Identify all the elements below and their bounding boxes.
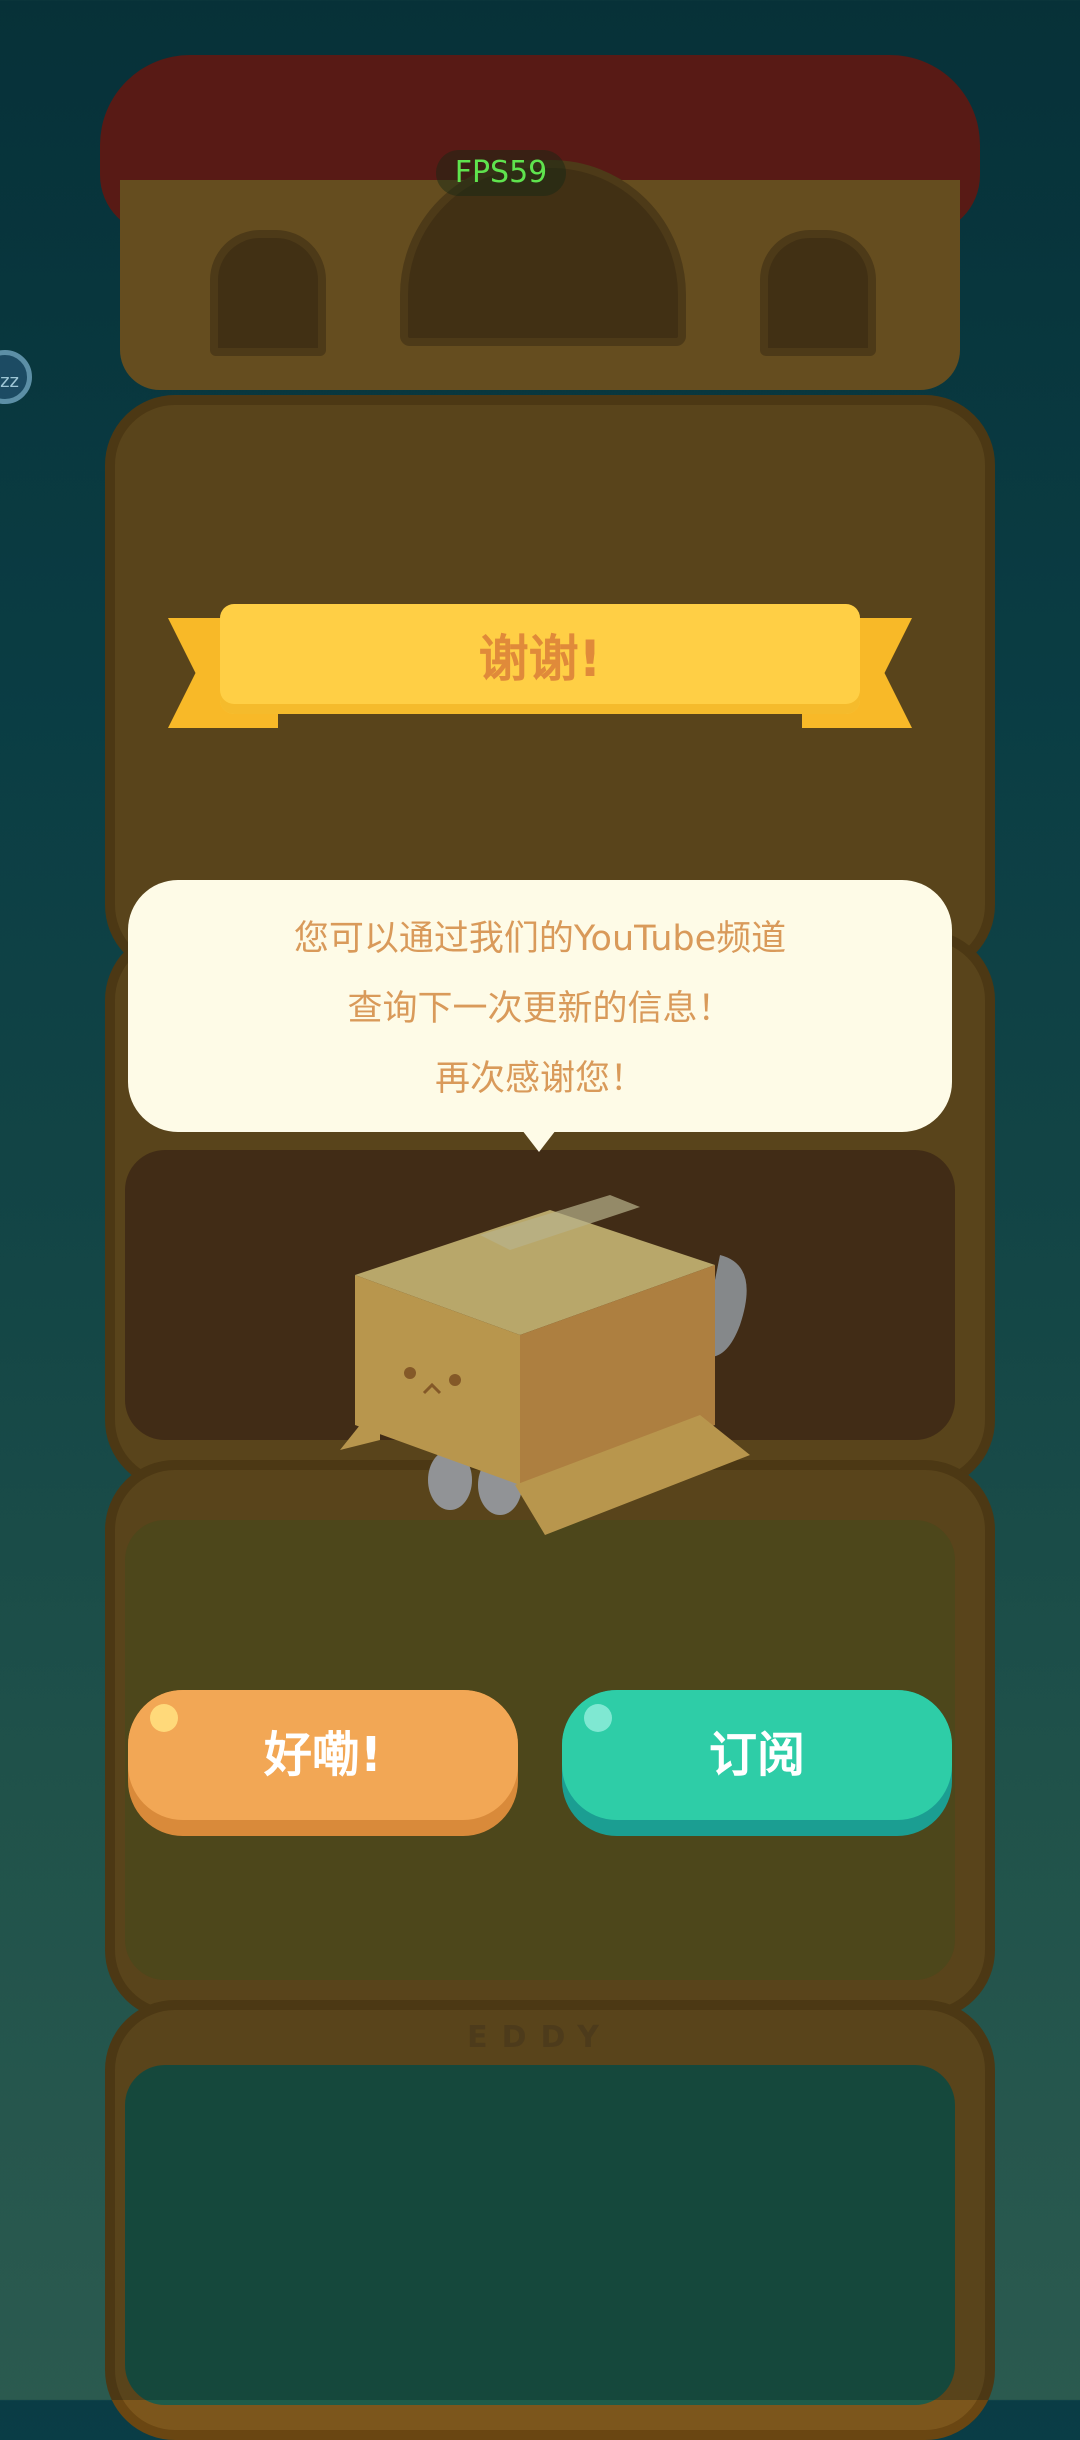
message-line-3: 再次感谢您！ bbox=[434, 1059, 645, 1099]
modal-overlay bbox=[0, 0, 1080, 2400]
ok-button[interactable]: 好嘞! bbox=[128, 1690, 518, 1836]
ok-button-label: 好嘞! bbox=[264, 1727, 382, 1783]
message-line-1: 您可以通过我们的YouTube频道 bbox=[293, 919, 787, 959]
subscribe-button-label: 订阅 bbox=[708, 1727, 805, 1783]
message-line-2: 查询下一次更新的信息！ bbox=[347, 989, 733, 1029]
subscribe-button[interactable]: 订阅 bbox=[562, 1690, 952, 1836]
dialog-title: 谢谢! bbox=[478, 630, 602, 688]
fps-counter: FPS59 bbox=[436, 150, 566, 196]
